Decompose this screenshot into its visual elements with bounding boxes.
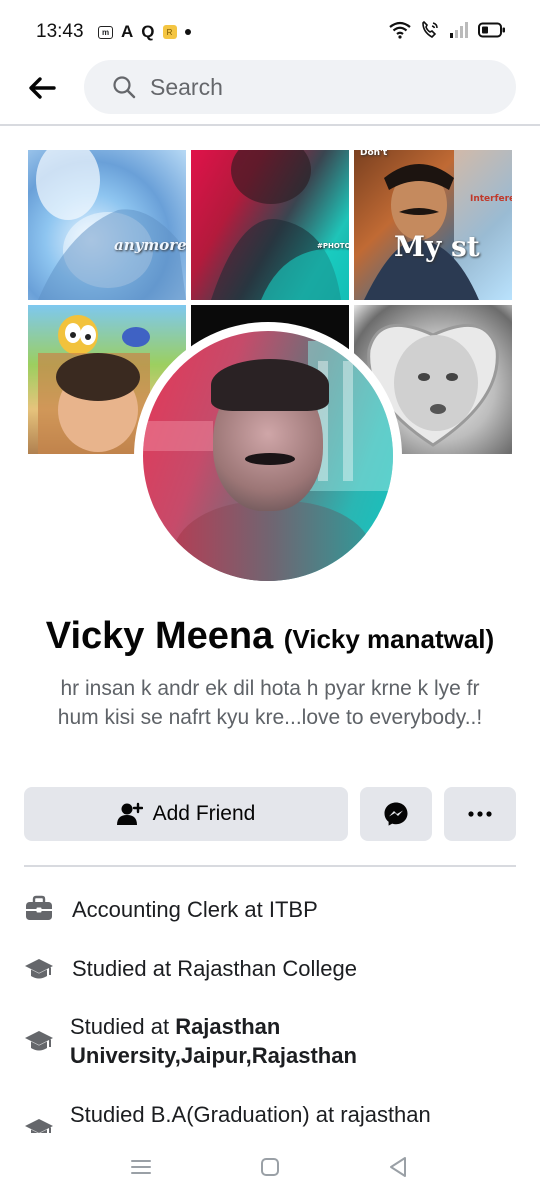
- recent-apps-button[interactable]: [128, 1156, 154, 1178]
- q-app-icon: Q: [141, 22, 155, 41]
- profile-bio: hr insan k andr ek dil hota h pyar krne …: [57, 677, 483, 729]
- back-triangle-icon: [390, 1157, 406, 1177]
- graduation-cap-icon: [25, 1119, 53, 1133]
- profile-name-row: Vicky Meena (Vicky manatwal): [0, 615, 540, 658]
- call-icon: [422, 20, 438, 38]
- detail-education-2-school-line1: Rajasthan: [175, 1014, 281, 1039]
- cover-tile-1-text: anymore: [114, 236, 186, 254]
- graduation-cap-icon: [25, 1031, 53, 1051]
- profile-alternate-name: (Vicky manatwal): [283, 624, 495, 654]
- header-divider: [0, 124, 540, 126]
- battery-icon: [478, 22, 505, 38]
- avatar-hair: [211, 359, 329, 411]
- detail-education-2-text: Studied at Rajasthan University,Jaipur,Ra…: [70, 1012, 510, 1070]
- graduation-cap-icon: [25, 959, 53, 979]
- avatar-moustache: [245, 453, 295, 465]
- message-button[interactable]: [360, 787, 432, 841]
- signal-icon: [450, 22, 468, 38]
- detail-education-1: Studied at Rajasthan College: [24, 952, 516, 986]
- system-back-button[interactable]: [385, 1156, 411, 1178]
- profile-name: Vicky Meena: [45, 615, 274, 657]
- profile-picture[interactable]: [143, 331, 393, 581]
- more-dots-icon: [468, 811, 492, 817]
- search-icon: [113, 76, 136, 99]
- search-placeholder: Search: [150, 73, 223, 100]
- detail-work: Accounting Clerk at ITBP: [24, 893, 516, 927]
- system-navigation-bar: [0, 1134, 540, 1200]
- back-button[interactable]: [24, 70, 60, 106]
- system-icons: [389, 20, 506, 40]
- add-friend-icon: [116, 802, 143, 825]
- detail-education-2-school-line2: University,Jaipur,Rajasthan: [70, 1043, 357, 1068]
- add-friend-label: Add Friend: [152, 802, 256, 825]
- detail-work-text: Accounting Clerk at ITBP: [72, 897, 318, 922]
- cover-tile-3-side-text: Interfere: [470, 194, 512, 204]
- wifi-icon: [389, 21, 411, 39]
- briefcase-icon: [26, 895, 52, 920]
- cover-tile-3-text: My st: [394, 230, 480, 263]
- m-app-icon: m: [98, 25, 113, 39]
- detail-education-3: Studied B.A(Graduation) at rajasthan: [24, 1099, 516, 1133]
- yellow-app-icon: R: [162, 25, 177, 39]
- home-button[interactable]: [257, 1156, 283, 1178]
- cover-tile-1-art: [36, 150, 186, 300]
- home-square-icon: [261, 1158, 279, 1176]
- notification-icons: m A Q R: [98, 22, 191, 42]
- back-arrow-icon: [29, 77, 56, 99]
- cover-tile-1: anymore: [28, 150, 186, 300]
- status-time: 13:43: [36, 21, 84, 42]
- section-divider: [24, 865, 516, 867]
- messenger-icon: [384, 802, 408, 826]
- search-input[interactable]: Search: [84, 60, 516, 114]
- cover-tile-2-art: [211, 150, 349, 300]
- cover-tile-3-top-text: Don't: [360, 150, 388, 158]
- more-options-button[interactable]: [444, 787, 516, 841]
- detail-education-1-text: Studied at Rajasthan College: [72, 956, 357, 981]
- detail-education-3-text: Studied B.A(Graduation) at rajasthan: [70, 1102, 431, 1127]
- add-friend-button[interactable]: Add Friend: [24, 787, 348, 841]
- menu-lines-icon: [131, 1160, 151, 1174]
- detail-education-2: Studied at Rajasthan University,Jaipur,Ra…: [24, 1011, 516, 1073]
- cover-tile-3: Don't My st Interfere: [354, 150, 512, 300]
- status-bar: 13:43 m A Q R: [0, 0, 540, 62]
- cover-tile-2: #PHOTOLAB: [191, 150, 349, 300]
- cover-tile-3-art: [364, 150, 512, 300]
- dot-icon: [184, 29, 191, 35]
- a-app-icon: A: [121, 22, 134, 41]
- cover-tile-2-tag: #PHOTOLAB: [317, 242, 349, 250]
- detail-education-2-prefix: Studied at: [70, 1014, 176, 1039]
